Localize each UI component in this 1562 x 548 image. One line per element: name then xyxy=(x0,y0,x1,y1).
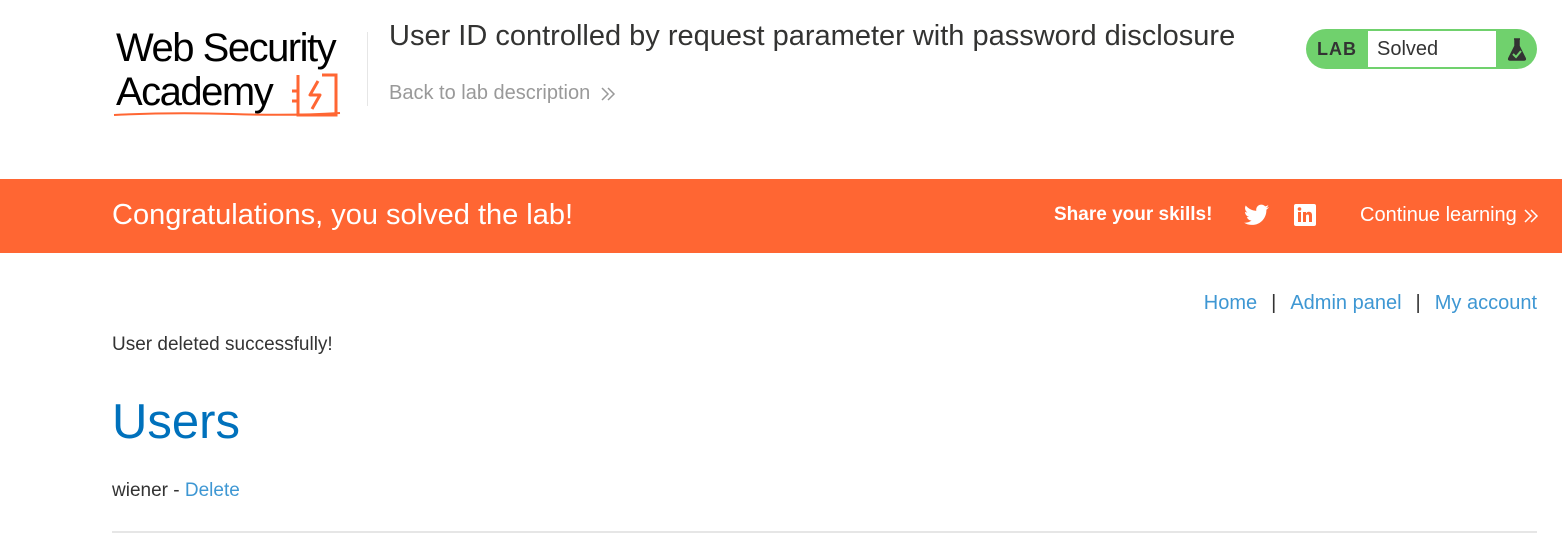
nav-my-account-link[interactable]: My account xyxy=(1435,292,1537,315)
delete-user-link[interactable]: Delete xyxy=(185,480,240,501)
back-to-lab-description-link[interactable]: Back to lab description xyxy=(389,82,616,105)
page-header: Web Security Academy User ID controlled … xyxy=(0,0,1562,179)
nav-separator: | xyxy=(1415,292,1421,314)
user-separator: - xyxy=(167,480,185,501)
page-title: Users xyxy=(112,395,240,449)
continue-learning-label: Continue learning xyxy=(1360,204,1517,226)
double-chevron-right-icon xyxy=(1524,208,1538,223)
logo-text-line2: Academy xyxy=(116,70,274,114)
nav-home-link[interactable]: Home xyxy=(1204,292,1257,315)
web-security-academy-logo[interactable]: Web Security Academy xyxy=(112,26,362,118)
lab-title: User ID controlled by request parameter … xyxy=(389,20,1236,52)
nav-separator: | xyxy=(1271,292,1277,314)
top-nav: Home | Admin panel | My account xyxy=(1204,292,1537,315)
flask-icon xyxy=(1496,29,1537,69)
back-link-label: Back to lab description xyxy=(389,82,591,104)
lab-status-widget: LAB Solved xyxy=(1306,29,1537,69)
logo-underline-icon xyxy=(113,112,341,116)
linkedin-icon[interactable] xyxy=(1294,204,1316,226)
list-item: wiener - Delete xyxy=(112,480,240,502)
double-chevron-right-icon xyxy=(601,86,616,101)
divider xyxy=(112,531,1537,533)
lab-status-value: Solved xyxy=(1368,31,1496,67)
lab-status-label: LAB xyxy=(1317,38,1357,59)
continue-learning-link[interactable]: Continue learning xyxy=(1360,204,1539,227)
share-label: Share your skills! xyxy=(1054,204,1213,225)
user-name: wiener xyxy=(112,480,168,501)
twitter-icon[interactable] xyxy=(1244,204,1269,226)
header-divider xyxy=(367,32,368,106)
banner-title: Congratulations, you solved the lab! xyxy=(112,199,574,231)
status-message: User deleted successfully! xyxy=(112,334,333,355)
logo-text-line1: Web Security xyxy=(116,26,337,70)
solved-banner: Congratulations, you solved the lab! Sha… xyxy=(0,179,1562,253)
nav-admin-panel-link[interactable]: Admin panel xyxy=(1290,292,1401,315)
